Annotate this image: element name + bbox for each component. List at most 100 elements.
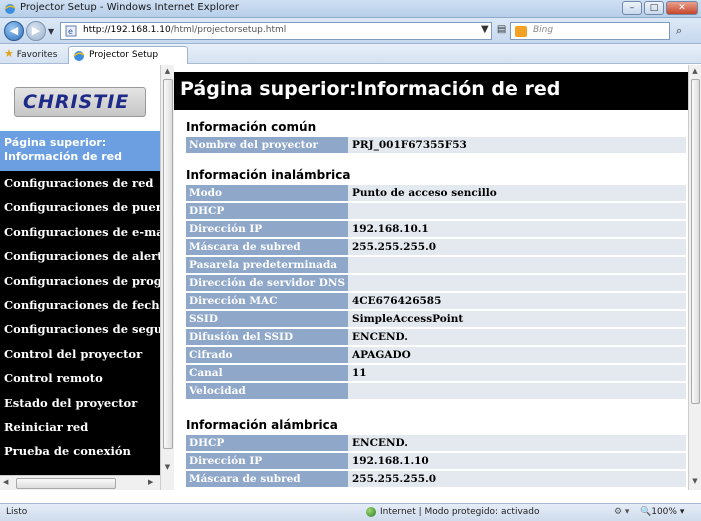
maximize-button[interactable]: □ <box>644 1 664 15</box>
row-label: Dirección IP <box>186 453 348 469</box>
nav-item-connection-test[interactable]: Prueba de conexión <box>0 439 160 463</box>
nav-item-top-page-line2: Información de red <box>4 150 123 163</box>
window-title: Projector Setup - Windows Internet Explo… <box>20 2 240 13</box>
left-frame-horizontal-scrollbar[interactable]: ◀ ▶ <box>0 475 160 490</box>
address-input[interactable]: e http://192.168.1.10/html/projectorsetu… <box>60 22 540 40</box>
main-scroll-down-icon[interactable]: ▼ <box>689 477 701 485</box>
row-value: ENCEND. <box>348 329 686 345</box>
back-button[interactable]: ◀ <box>4 21 24 41</box>
nav-item-date-settings[interactable]: Configuraciones de fech <box>0 293 160 317</box>
row-value: APAGADO <box>348 347 686 363</box>
nav-item-security-settings[interactable]: Configuraciones de segu <box>0 317 160 341</box>
nav-item-projector-status[interactable]: Estado del proyector <box>0 391 160 415</box>
status-bar: Listo Internet | Modo protegido: activad… <box>0 503 701 521</box>
favorites-label: Favorites <box>16 50 58 60</box>
row-value: SimpleAccessPoint <box>348 311 686 327</box>
row-value: 4CE676426585 <box>348 293 686 309</box>
row-label: Velocidad <box>186 383 348 399</box>
nav-item-top-page-line1: Página superior: <box>4 136 107 149</box>
row-label: Pasarela predeterminada <box>186 257 348 273</box>
security-zone-text[interactable]: Internet | Modo protegido: activado <box>380 507 540 517</box>
nav-item-schedule-settings[interactable]: Configuraciones de prog <box>0 269 160 293</box>
main-frame-scroll-thumb[interactable] <box>691 79 700 404</box>
row-value <box>348 203 686 219</box>
scroll-up-icon[interactable]: ▲ <box>161 67 174 75</box>
table-row: Canal 11 <box>186 365 686 381</box>
row-value <box>348 275 686 291</box>
table-row: Máscara de subred 255.255.255.0 <box>186 239 686 255</box>
address-url-host: http://192.168.1.10 <box>83 25 171 35</box>
scroll-right-icon[interactable]: ▶ <box>148 478 153 486</box>
section-title-wired: Información alámbrica <box>186 418 338 432</box>
row-label: DHCP <box>186 435 348 451</box>
table-row: Dirección de servidor DNS <box>186 275 686 291</box>
wired-info-table: DHCP ENCEND. Dirección IP 192.168.1.10 Más… <box>186 433 686 489</box>
nav-item-network-restart[interactable]: Reiniciar red <box>0 415 160 439</box>
main-scroll-up-icon[interactable]: ▲ <box>689 67 701 75</box>
favorites-button[interactable]: ★ Favorites <box>4 47 57 60</box>
tab-ie-icon <box>73 51 85 61</box>
row-label: Canal <box>186 365 348 381</box>
row-value: ENCEND. <box>348 435 686 451</box>
section-title-wireless: Información inalámbrica <box>186 168 351 182</box>
close-button[interactable]: ✕ <box>666 1 698 15</box>
scroll-left-icon[interactable]: ◀ <box>3 478 8 486</box>
row-value: 11 <box>348 365 686 381</box>
row-value <box>348 383 686 399</box>
address-toolbar: ◀ ▶ ▼ e http://192.168.1.10/html/project… <box>0 18 701 44</box>
zoom-level[interactable]: 🔍100% ▾ <box>640 507 684 517</box>
table-row: DHCP ENCEND. <box>186 435 686 451</box>
table-row: Pasarela predeterminada <box>186 257 686 273</box>
row-label: Difusión del SSID <box>186 329 348 345</box>
nav-item-remote-control[interactable]: Control remoto <box>0 366 160 390</box>
table-row: Modo Punto de acceso sencillo <box>186 185 686 201</box>
zoom-icon: 🔍 <box>640 507 652 517</box>
nav-item-alert-settings[interactable]: Configuraciones de alert <box>0 244 160 268</box>
nav-item-network-settings[interactable]: Configuraciones de red <box>0 171 160 195</box>
row-label: Nombre del proyector <box>186 137 348 153</box>
main-content-frame: Página superior:Información de red Infor… <box>174 65 701 490</box>
row-label: Cifrado <box>186 347 348 363</box>
nav-list: Configuraciones de red Configuraciones d… <box>0 171 160 464</box>
table-row: Dirección MAC 4CE676426585 <box>186 293 686 309</box>
row-value <box>348 257 686 273</box>
table-row: Dirección IP 192.168.10.1 <box>186 221 686 237</box>
scroll-down-icon[interactable]: ▼ <box>161 463 174 471</box>
table-row: Máscara de subred 255.255.255.0 <box>186 471 686 487</box>
protected-mode-icon[interactable]: ⚙ ▾ <box>614 507 629 517</box>
search-placeholder: Bing <box>533 25 554 35</box>
left-frame-scroll-thumb[interactable] <box>163 79 173 449</box>
left-nav-frame: CHRISTIE Página superior: Información de… <box>0 65 174 490</box>
address-dropdown-icon[interactable]: ▼ <box>481 24 489 35</box>
table-row: Velocidad <box>186 383 686 399</box>
table-row: Nombre del proyector PRJ_001F67355F53 <box>186 137 686 153</box>
left-frame-hscroll-thumb[interactable] <box>16 478 116 489</box>
row-value: PRJ_001F67355F53 <box>348 137 686 153</box>
row-label: Dirección MAC <box>186 293 348 309</box>
table-row: Cifrado APAGADO <box>186 347 686 363</box>
search-input[interactable]: Bing <box>510 22 670 40</box>
common-info-table: Nombre del proyector PRJ_001F67355F53 <box>186 135 686 155</box>
row-value: 255.255.255.0 <box>348 471 686 487</box>
nav-item-email-settings[interactable]: Configuraciones de e-ma <box>0 220 160 244</box>
left-frame-vertical-scrollbar[interactable]: ▲ ▼ <box>160 65 174 490</box>
table-row: Dirección IP 192.168.1.10 <box>186 453 686 469</box>
search-icon[interactable]: ⌕ <box>676 24 682 38</box>
recent-pages-icon[interactable]: ▼ <box>48 27 54 36</box>
nav-item-port-settings[interactable]: Configuraciones de puer <box>0 195 160 219</box>
nav-item-top-page[interactable]: Página superior: Información de red <box>0 131 160 171</box>
main-frame-vertical-scrollbar[interactable]: ▲ ▼ <box>688 65 701 490</box>
row-value: 192.168.1.10 <box>348 453 686 469</box>
row-label: Dirección IP <box>186 221 348 237</box>
internet-explorer-icon <box>4 4 16 14</box>
tab-projector-setup[interactable]: Projector Setup <box>68 46 188 64</box>
logo-text: CHRISTIE <box>23 91 130 113</box>
wireless-info-table: Modo Punto de acceso sencillo DHCP Direcc… <box>186 183 686 401</box>
favorites-star-icon: ★ <box>4 47 14 60</box>
nav-item-projector-control[interactable]: Control del proyector <box>0 342 160 366</box>
forward-button[interactable]: ▶ <box>26 21 46 41</box>
minimize-button[interactable]: – <box>622 1 642 15</box>
compatibility-view-icon[interactable]: ▤ <box>497 24 506 35</box>
table-row: DHCP <box>186 203 686 219</box>
row-value: 192.168.10.1 <box>348 221 686 237</box>
